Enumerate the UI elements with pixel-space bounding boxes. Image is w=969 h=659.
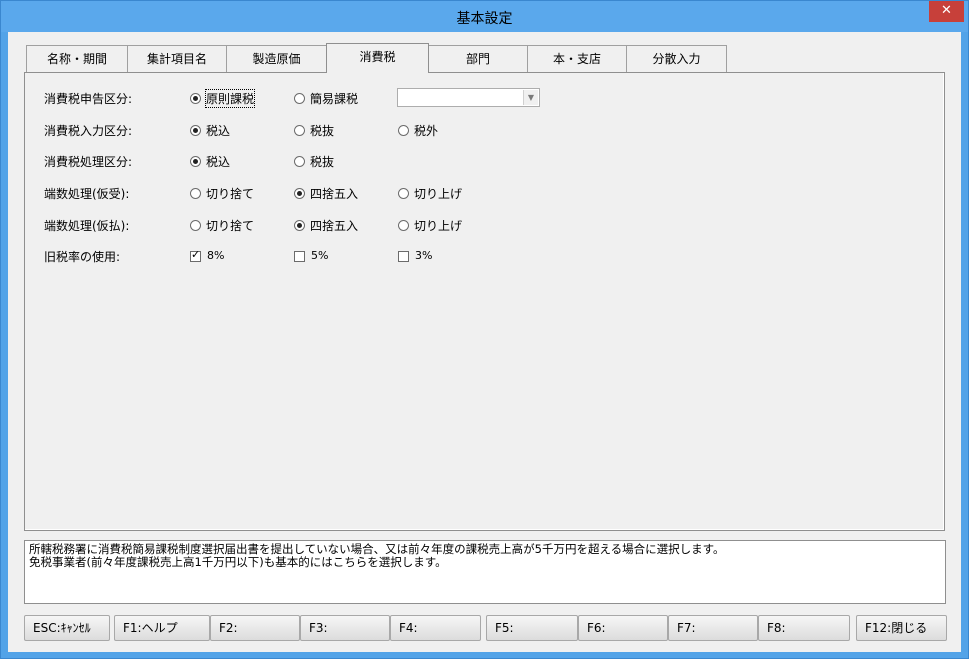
f8-button[interactable]: F8: [758, 615, 850, 641]
tab-distributed-input[interactable]: 分散入力 [626, 45, 727, 72]
tab-summary-items[interactable]: 集計項目名 [127, 45, 227, 72]
label-received-round-down: 切り捨て [206, 187, 255, 201]
checkbox-rate-5[interactable] [294, 251, 305, 262]
settings-window: 基本設定 ✕ 名称・期間 集計項目名 製造原価 消費税 部門 本・支店 分散入力… [0, 0, 969, 659]
checkbox-rate-8[interactable] [190, 248, 201, 262]
radio-processing-tax-excluded[interactable] [294, 156, 305, 167]
tab-branch[interactable]: 本・支店 [527, 45, 627, 72]
chevron-down-icon[interactable]: ▼ [523, 90, 538, 105]
radio-input-tax-exempt[interactable] [398, 125, 409, 136]
label-received-round-up: 切り上げ [414, 187, 463, 201]
tab-consumption-tax[interactable]: 消費税 [326, 43, 429, 73]
f12-close-button[interactable]: F12:閉じる [856, 615, 947, 641]
label-simplified-taxation: 簡易課税 [310, 92, 359, 106]
label-processing-tax-excluded: 税抜 [310, 155, 335, 169]
window-title: 基本設定 [456, 11, 513, 27]
label-paid-round-half: 四捨五入 [310, 219, 359, 233]
help-text-box: 所轄税務署に消費税簡易課税制度選択届出書を提出していない場合、又は前々年度の課税… [24, 540, 946, 604]
radio-general-taxation[interactable] [190, 93, 201, 104]
radio-received-round-half[interactable] [294, 188, 305, 199]
radio-paid-round-half[interactable] [294, 220, 305, 231]
radio-processing-tax-included[interactable] [190, 156, 201, 167]
label-processing-tax-included: 税込 [206, 155, 231, 169]
title-bar: 基本設定 ✕ [1, 1, 968, 32]
label-input-tax-excluded: 税抜 [310, 124, 335, 138]
f4-button[interactable]: F4: [390, 615, 481, 641]
radio-received-round-down[interactable] [190, 188, 201, 199]
label-rate-3: 3% [415, 249, 433, 262]
label-input-tax-included: 税込 [206, 124, 231, 138]
tax-processing-label: 消費税処理区分: [44, 155, 133, 169]
tax-filing-label: 消費税申告区分: [44, 92, 133, 106]
label-paid-round-up: 切り上げ [414, 219, 463, 233]
radio-received-round-up[interactable] [398, 188, 409, 199]
close-button[interactable]: ✕ [929, 1, 964, 22]
radio-paid-round-down[interactable] [190, 220, 201, 231]
label-rate-5: 5% [311, 249, 329, 262]
old-tax-rate-label: 旧税率の使用: [44, 250, 121, 264]
tab-manufacturing-cost[interactable]: 製造原価 [226, 45, 327, 72]
simplified-type-select[interactable]: ▼ [397, 88, 540, 107]
f6-button[interactable]: F6: [578, 615, 668, 641]
radio-input-tax-excluded[interactable] [294, 125, 305, 136]
checkbox-rate-3[interactable] [398, 251, 409, 262]
label-received-round-half: 四捨五入 [310, 187, 359, 201]
f3-button[interactable]: F3: [300, 615, 390, 641]
esc-cancel-button[interactable]: ESC:ｷｬﾝｾﾙ [24, 615, 110, 641]
help-line-2: 免税事業者(前々年度課税売上高1千万円以下)も基本的にはこちらを選択します。 [29, 555, 447, 569]
tax-input-label: 消費税入力区分: [44, 124, 133, 138]
label-input-tax-exempt: 税外 [414, 124, 439, 138]
f1-help-button[interactable]: F1:ヘルプ [114, 615, 210, 641]
tab-department[interactable]: 部門 [428, 45, 528, 72]
f2-button[interactable]: F2: [210, 615, 300, 641]
radio-paid-round-up[interactable] [398, 220, 409, 231]
radio-simplified-taxation[interactable] [294, 93, 305, 104]
tab-panel [24, 72, 945, 531]
f7-button[interactable]: F7: [668, 615, 758, 641]
client-area: 名称・期間 集計項目名 製造原価 消費税 部門 本・支店 分散入力 消費税申告区… [8, 32, 961, 652]
rounding-received-label: 端数処理(仮受): [44, 187, 130, 201]
label-rate-8: 8% [207, 249, 225, 262]
rounding-paid-label: 端数処理(仮払): [44, 219, 130, 233]
label-general-taxation: 原則課税 [204, 89, 256, 108]
label-paid-round-down: 切り捨て [206, 219, 255, 233]
f5-button[interactable]: F5: [486, 615, 578, 641]
tab-name-period[interactable]: 名称・期間 [26, 45, 128, 72]
radio-input-tax-included[interactable] [190, 125, 201, 136]
